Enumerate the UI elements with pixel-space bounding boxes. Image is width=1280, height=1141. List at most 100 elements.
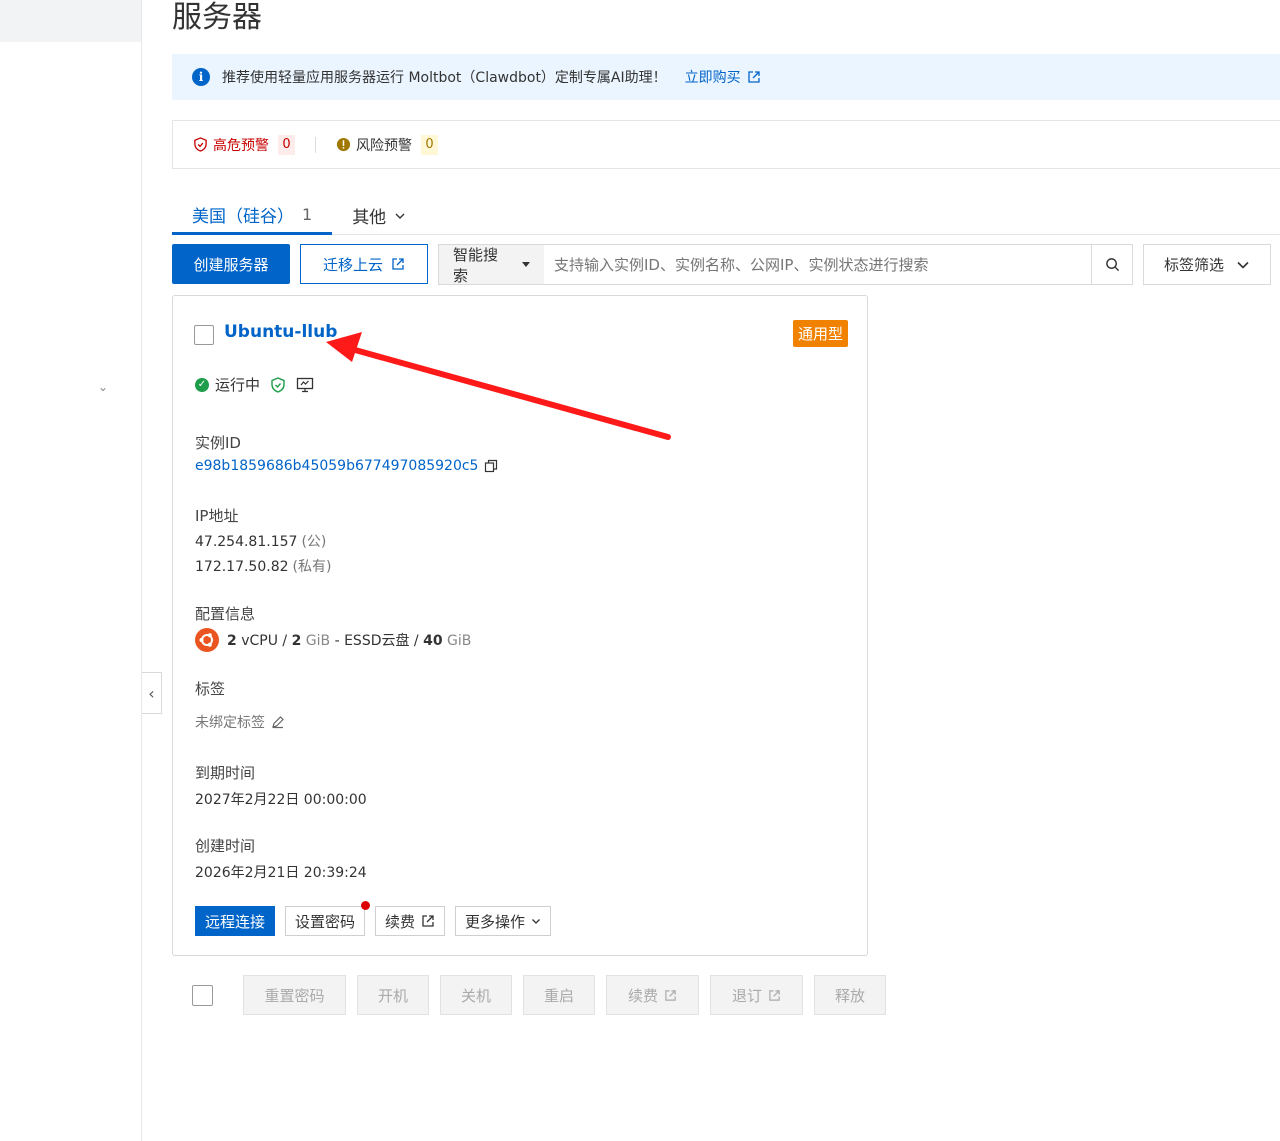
instance-status: ✓ 运行中 [195, 374, 314, 395]
expire-label: 到期时间 [195, 764, 256, 782]
tags-value: 未绑定标签 [195, 712, 285, 732]
memory-unit: GiB [305, 633, 331, 649]
more-actions-button[interactable]: 更多操作 [455, 906, 552, 936]
search-input[interactable] [544, 245, 1091, 284]
risk-label: 风险预警 [356, 137, 412, 154]
public-ip-suffix: (公) [301, 534, 327, 550]
info-icon: i [192, 68, 210, 86]
risk-alert[interactable]: 风险预警 0 [336, 134, 438, 155]
page-title: 服务器 [172, 0, 262, 35]
high-risk-alert[interactable]: 高危预警 0 [193, 134, 295, 155]
tab-count: 1 [302, 204, 313, 224]
external-link-icon [392, 258, 404, 270]
instance-id-value: e98b1859686b45059b677497085920c5 [195, 458, 498, 474]
monitor-icon[interactable] [296, 377, 314, 393]
sidebar-active-item[interactable] [0, 0, 141, 42]
external-link-icon [748, 71, 760, 83]
disk-unit: GiB [447, 633, 472, 649]
migrate-label: 迁移上云 [322, 255, 383, 274]
tab-other[interactable]: 其他 [332, 196, 426, 235]
batch-action-bar: 重置密码 开机 关机 重启 续费 退订 释放 [192, 975, 897, 1015]
instance-checkbox[interactable] [194, 325, 214, 345]
tags-text: 未绑定标签 [195, 715, 265, 731]
config-label: 配置信息 [195, 605, 256, 623]
region-tabs: 美国（硅谷） 1 其他 [172, 196, 1280, 235]
tag-filter-select[interactable]: 标签筛选 [1143, 244, 1271, 285]
set-password-button[interactable]: 设置密码 [285, 901, 371, 936]
search-scope-select[interactable]: 智能搜索 [439, 245, 544, 285]
buy-now-link[interactable]: 立即购买 [685, 67, 761, 87]
tab-label: 其他 [352, 208, 387, 228]
created-value: 2026年2月21日 20:39:24 [195, 865, 367, 881]
edit-pencil-icon[interactable] [271, 715, 285, 729]
chevron-down-icon [532, 919, 541, 924]
expire-value: 2027年2月22日 00:00:00 [195, 792, 367, 808]
search-button[interactable] [1091, 245, 1132, 284]
external-link-icon [665, 989, 676, 1001]
disk-type: - ESSD云盘 / [334, 633, 419, 649]
private-ip-suffix: (私有) [292, 559, 332, 575]
batch-unsubscribe-button[interactable]: 退订 [710, 975, 803, 1015]
public-ip-text: 47.254.81.157 [195, 534, 298, 550]
chevron-down-icon [1237, 261, 1249, 269]
batch-unsubscribe-label: 退订 [731, 986, 762, 1005]
private-ip-text: 172.17.50.82 [195, 559, 289, 575]
copy-icon[interactable] [484, 459, 498, 473]
private-ip: 172.17.50.82 (私有) [195, 556, 331, 576]
ip-label: IP地址 [195, 507, 239, 525]
batch-renew-label: 续费 [627, 986, 658, 1005]
batch-renew-button[interactable]: 续费 [606, 975, 699, 1015]
divider [315, 136, 316, 153]
public-ip: 47.254.81.157 (公) [195, 531, 326, 551]
batch-restart-button[interactable]: 重启 [523, 975, 595, 1015]
memory-size: 2 [291, 633, 302, 649]
instance-name-link[interactable]: Ubuntu-llub [224, 322, 337, 342]
chevron-down-icon[interactable]: ⌄ [98, 380, 108, 394]
cpu-count: 2 [227, 633, 237, 649]
batch-release-button[interactable]: 释放 [814, 975, 886, 1015]
alert-bar: 高危预警 0 风险预警 0 [172, 120, 1280, 169]
sidebar-collapse-button[interactable]: ‹ [142, 672, 162, 714]
select-all-checkbox[interactable] [192, 984, 213, 1006]
instance-type-badge: 通用型 [793, 320, 849, 347]
instance-card: Ubuntu-llub 通用型 ✓ 运行中 实例ID e98b1859686b4… [172, 295, 868, 956]
status-label: 运行中 [215, 376, 261, 394]
remote-connect-button[interactable]: 远程连接 [195, 906, 276, 936]
notification-dot [361, 901, 371, 910]
caret-down-icon [522, 262, 530, 267]
notice-text: 推荐使用轻量应用服务器运行 Moltbot（Clawdbot）定制专属AI助理！ [222, 70, 667, 86]
batch-reset-password-button[interactable]: 重置密码 [243, 975, 346, 1015]
cpu-unit: vCPU / [241, 633, 288, 649]
disk-size: 40 [423, 633, 443, 649]
promo-notice: i 推荐使用轻量应用服务器运行 Moltbot（Clawdbot）定制专属AI助… [172, 54, 1280, 100]
tags-label: 标签 [195, 680, 226, 698]
more-actions-label: 更多操作 [465, 912, 526, 931]
tab-us-silicon-valley[interactable]: 美国（硅谷） 1 [172, 196, 333, 235]
shield-check-icon[interactable] [270, 376, 286, 393]
external-link-icon [422, 915, 434, 927]
create-server-button[interactable]: 创建服务器 [172, 244, 290, 284]
batch-stop-button[interactable]: 关机 [440, 975, 512, 1015]
risk-count: 0 [421, 134, 438, 155]
renew-button[interactable]: 续费 [375, 906, 446, 936]
search-icon [1105, 258, 1119, 272]
shield-alert-icon [194, 137, 207, 152]
instance-actions: 远程连接 设置密码 续费 更多操作 [195, 901, 552, 936]
created-label: 创建时间 [195, 837, 256, 855]
instance-id-text[interactable]: e98b1859686b45059b677497085920c5 [195, 458, 478, 474]
high-risk-count: 0 [278, 134, 295, 155]
batch-start-button[interactable]: 开机 [357, 975, 429, 1015]
check-circle-icon: ✓ [195, 377, 209, 392]
search-scope-label: 智能搜索 [453, 245, 499, 285]
tab-label: 美国（硅谷） [192, 206, 294, 227]
renew-label: 续费 [385, 912, 416, 931]
migrate-button[interactable]: 迁移上云 [300, 244, 428, 284]
instance-id-label: 实例ID [195, 434, 241, 452]
buy-now-label: 立即购买 [684, 70, 741, 86]
ubuntu-logo-icon [195, 628, 219, 652]
left-sidebar: ⌄ [0, 0, 142, 1141]
tag-filter-label: 标签筛选 [1163, 256, 1224, 274]
chevron-left-icon: ‹ [148, 683, 155, 703]
set-password-label: 设置密码 [295, 912, 356, 931]
config-value: 2 vCPU / 2 GiB - ESSD云盘 / 40 GiB [195, 628, 471, 652]
